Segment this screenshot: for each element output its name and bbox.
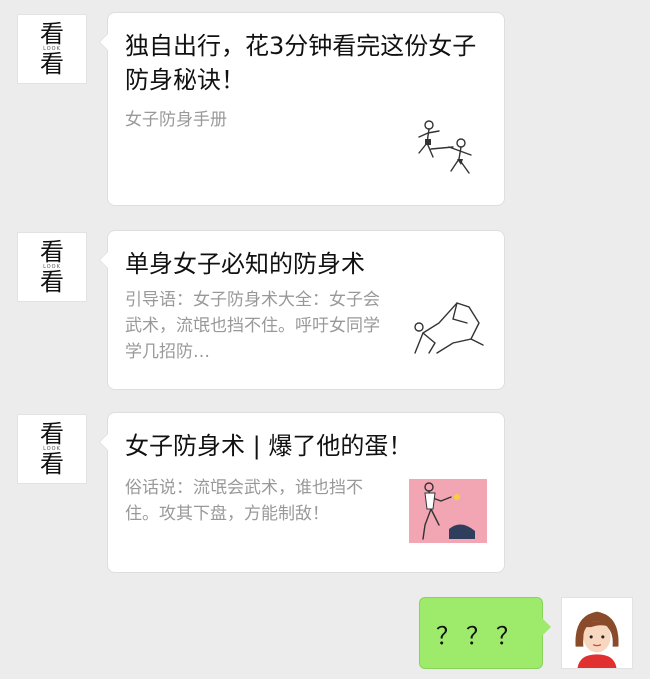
- article-card-2[interactable]: 单身女子必知的防身术 引导语：女子防身术大全：女子会武术，流氓也挡不住。呼吁女同…: [99, 230, 505, 390]
- avatar-char-top: 看: [40, 20, 64, 48]
- article-card-3[interactable]: 女子防身术 | 爆了他的蛋！ 俗话说：流氓会武术，谁也挡不住。攻其下盘，方能制敌…: [99, 412, 505, 573]
- article-desc-1: 女子防身手册: [125, 110, 227, 130]
- sender-avatar[interactable]: 看 LOOK 看: [17, 14, 87, 84]
- avatar-char-top: 看: [40, 238, 64, 266]
- my-message-bubble[interactable]: ？？？: [419, 597, 551, 669]
- sender-avatar[interactable]: 看 LOOK 看: [17, 414, 87, 484]
- sender-avatar[interactable]: 看 LOOK 看: [17, 232, 87, 302]
- article-thumbnail-2: [414, 302, 484, 354]
- article-card-1[interactable]: 独自出行，花3分钟看完这份女子防身秘诀！ 女子防身手册: [99, 12, 505, 206]
- article-desc-3: 俗话说：流氓会武术，谁也挡不住。攻其下盘，方能制敌！: [125, 478, 363, 524]
- article-thumbnail-1: [418, 120, 472, 174]
- article-desc-2: 引导语：女子防身术大全：女子会武术，流氓也挡不住。呼吁女同学学几招防…: [125, 290, 380, 362]
- my-avatar[interactable]: [561, 597, 633, 669]
- article-title-1: 独自出行，花3分钟看完这份女子防身秘诀！: [125, 32, 477, 94]
- avatar-char-bottom: 看: [40, 450, 64, 478]
- avatar-char-bottom: 看: [40, 50, 64, 78]
- article-thumbnail-3: [409, 479, 487, 543]
- article-title-2: 单身女子必知的防身术: [125, 250, 365, 278]
- my-message-text: ？？？: [436, 621, 526, 650]
- avatar-char-top: 看: [40, 420, 64, 448]
- avatar-char-bottom: 看: [40, 268, 64, 296]
- article-title-3: 女子防身术 | 爆了他的蛋！: [125, 432, 413, 460]
